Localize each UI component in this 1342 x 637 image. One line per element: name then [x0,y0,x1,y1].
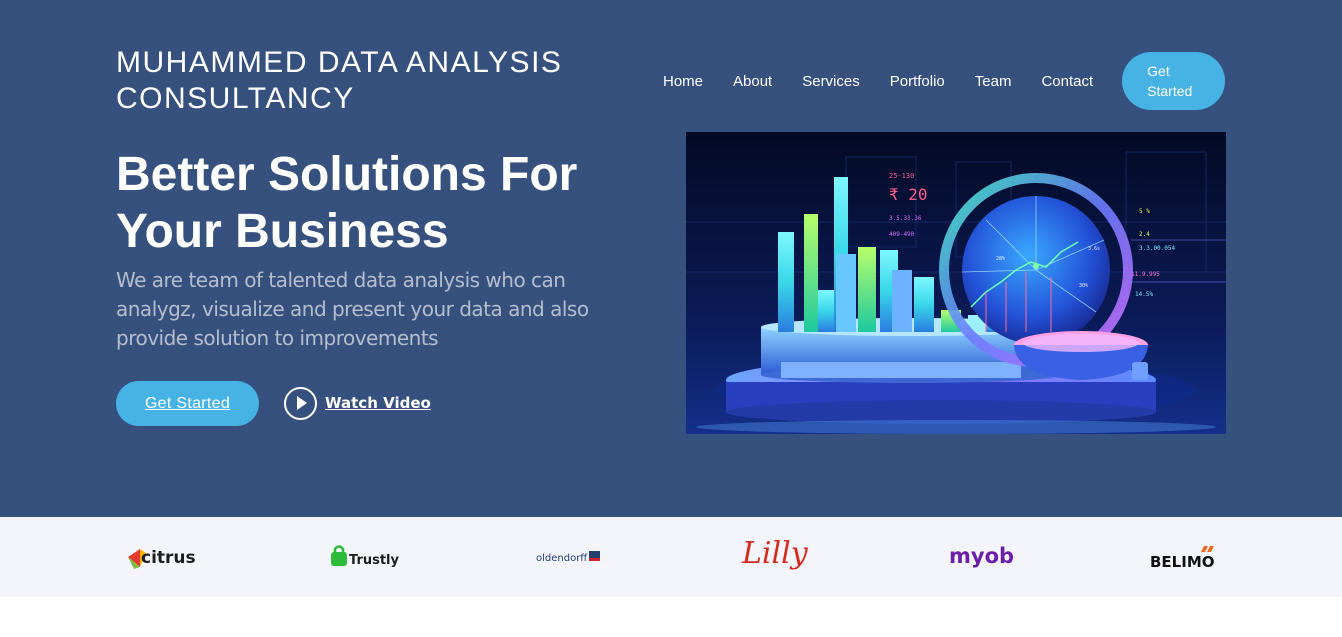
svg-text:5 %: 5 % [1139,208,1150,215]
client-logo-oldendorff-text: oldendorff [536,553,588,564]
svg-text:3.3.00.054: 3.3.00.054 [1139,245,1176,252]
client-logo-citrus[interactable]: citrus [126,517,196,597]
svg-text:409-490: 409-490 [889,231,915,238]
svg-text:14.5%: 14.5% [1135,291,1153,298]
client-logo-myob[interactable]: myob [949,517,1015,597]
svg-text:3.5.33.36: 3.5.33.36 [889,215,922,222]
nav-about[interactable]: About [718,73,787,90]
svg-text:25-130: 25-130 [889,172,914,180]
hero-analytics-illustration: 25-130 ₹ 20 3.5.33.36 409-490 5 % 2.4 3.… [686,132,1226,434]
site-logo-text[interactable]: MUHAMMED DATA ANALYSIS CONSULTANCY [116,45,616,117]
client-logo-oldendorff[interactable]: oldendorff [536,517,604,597]
watch-video-button[interactable]: Watch Video [284,386,431,420]
client-logo-belimo-text: BELIMO [1150,553,1215,571]
client-logo-myob-text: myob [949,544,1014,568]
svg-text:₹ 20: ₹ 20 [889,185,928,204]
svg-text:3.6s: 3.6s [1088,246,1100,252]
client-logo-citrus-text: citrus [141,548,196,568]
svg-text:$1.9.995: $1.9.995 [1131,271,1160,278]
nav-home[interactable]: Home [648,73,718,90]
play-icon [284,386,317,420]
watch-video-label: Watch Video [325,394,431,412]
hero-title: Better Solutions For Your Business [116,148,578,258]
client-logo-belimo[interactable]: BELIMO [1150,517,1218,597]
svg-text:2.4: 2.4 [1139,231,1150,238]
nav-get-started-button[interactable]: Get Started [1122,52,1226,110]
nav-team[interactable]: Team [960,73,1027,90]
nav-portfolio[interactable]: Portfolio [875,73,960,90]
svg-text:28%: 28% [996,256,1005,262]
client-logo-trustly-text: Trustly [349,553,400,568]
svg-text:30%: 30% [1079,283,1088,289]
main-nav: Home About Services Portfolio Team Conta… [648,52,1226,110]
client-logo-lilly-text: Lilly [741,537,809,571]
client-logo-lilly[interactable]: Lilly [740,517,810,597]
client-logo-trustly[interactable]: Trustly [330,517,400,597]
nav-contact[interactable]: Contact [1026,73,1108,90]
hero-subtitle: We are team of talented data analysis wh… [116,268,589,350]
clients-section: citrus Trustly oldendorff Lilly myob BEL… [0,517,1342,597]
nav-services[interactable]: Services [787,73,875,90]
get-started-button[interactable]: Get Started [116,381,259,426]
hero-section: MUHAMMED DATA ANALYSIS CONSULTANCY Home … [0,0,1342,517]
